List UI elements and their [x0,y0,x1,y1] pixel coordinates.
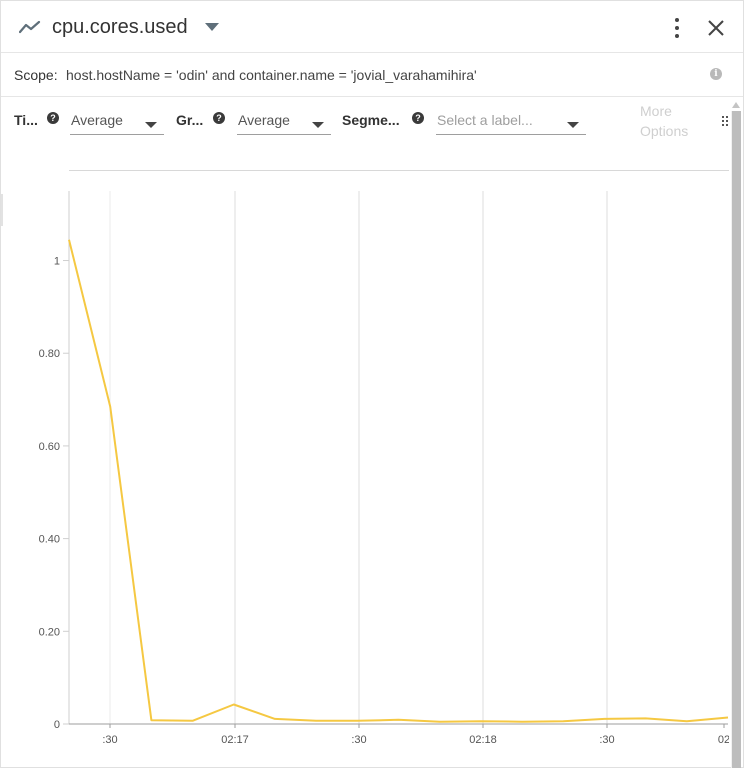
x-tick-label: :30 [351,734,366,746]
vertical-scrollbar[interactable] [731,111,741,768]
segment-by-select[interactable]: Select a label... [436,105,586,135]
x-tick-label: 02:18 [469,734,497,746]
y-tick-label: 1 [54,256,60,268]
time-aggregation-value: Average [71,112,123,128]
series-line [68,239,729,723]
controls-divider [69,170,729,171]
time-aggregation-label: Ti... [14,112,38,128]
line-chart-icon [19,20,41,34]
segment-by-placeholder: Select a label... [437,112,533,128]
line-chart: 0 0.20 0.40 0.60 0.80 1 :30 02:17 :30 02:18 :30 02 [39,191,729,746]
scroll-up-icon[interactable] [732,102,740,108]
drag-handle-icon[interactable] [722,116,728,126]
more-vert-icon[interactable] [671,17,683,39]
panel-header: cpu.cores.used [1,1,743,53]
chart-area: 0 0.20 0.40 0.60 0.80 1 :30 02:17 :30 02:18 :30 02 [1,173,729,768]
x-tick-label: :30 [102,734,117,746]
help-icon[interactable]: ? [213,112,225,124]
x-tick-label: 02:17 [221,734,249,746]
scope-bar: Scope: host.hostName = 'odin' and contai… [1,53,743,97]
group-aggregation-select[interactable]: Average [237,105,331,135]
caret-down-icon [312,122,324,128]
caret-down-icon [567,122,579,128]
close-icon[interactable] [706,18,726,38]
scope-value: host.hostName = 'odin' and container.nam… [66,67,477,83]
help-icon[interactable]: ? [412,112,424,124]
x-tick-label: :30 [599,734,614,746]
chevron-down-icon[interactable] [205,23,219,31]
group-aggregation-value: Average [238,112,290,128]
time-aggregation-select[interactable]: Average [70,105,164,135]
controls-row: Ti... ? Average Gr... ? Average Segme...… [1,97,743,173]
x-tick-label: 02 [718,734,729,746]
info-icon[interactable]: i [710,68,722,80]
group-aggregation-label: Gr... [176,112,204,128]
y-tick-label: 0.40 [39,534,60,546]
segment-by-label: Segme... [342,112,400,128]
metric-title[interactable]: cpu.cores.used [52,16,188,39]
y-tick-label: 0.20 [39,626,60,638]
metric-panel: cpu.cores.used Scope: host.hostName = 'o… [0,0,744,768]
scrollbar-thumb[interactable] [732,111,741,768]
help-icon[interactable]: ? [47,112,59,124]
y-tick-label: 0 [54,719,60,731]
y-tick-label: 0.80 [39,348,60,360]
scope-label: Scope: [14,67,58,83]
caret-down-icon [145,122,157,128]
more-options-button[interactable]: More Options [640,101,700,141]
y-tick-label: 0.60 [39,441,60,453]
